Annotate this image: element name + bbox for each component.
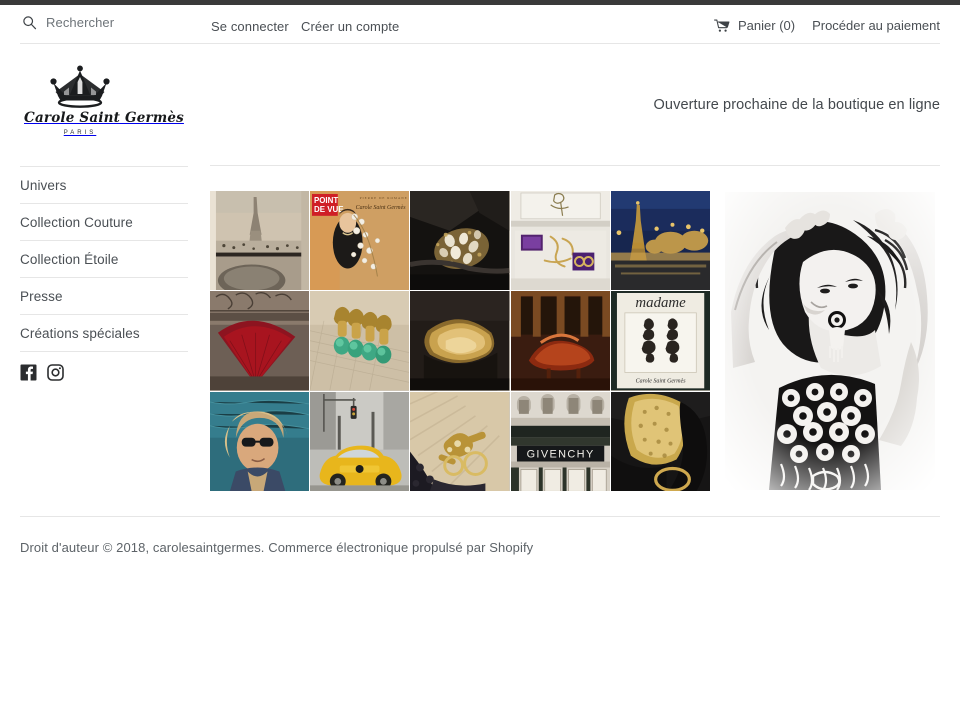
gallery-tile-red-fan[interactable] xyxy=(210,291,310,391)
cart-icon[interactable] xyxy=(714,19,730,33)
svg-text:PIERRE DE ROMANE: PIERRE DE ROMANE xyxy=(360,196,408,200)
hero-portrait-image xyxy=(725,192,935,490)
utility-bar-right: Panier (0) Procéder au paiement xyxy=(714,18,940,33)
sidebar-item-creations-speciales[interactable]: Créations spéciales xyxy=(20,315,188,351)
sidebar-item-collection-etoile[interactable]: Collection Étoile xyxy=(20,241,188,277)
gallery-tile-eiffel-night[interactable] xyxy=(610,191,710,291)
sidebar-item-univers[interactable]: Univers xyxy=(20,167,188,203)
search-input-placeholder[interactable]: Rechercher xyxy=(46,15,114,30)
gallery-tile-gold-cuff[interactable] xyxy=(410,291,510,391)
gallery-tile-bracelet-detail[interactable] xyxy=(410,391,510,491)
instagram-icon[interactable] xyxy=(47,364,64,381)
create-account-link[interactable]: Créer un compte xyxy=(301,19,399,34)
facebook-icon[interactable] xyxy=(20,364,37,381)
sidebar-item-presse[interactable]: Presse xyxy=(20,278,188,314)
store-tagline: Ouverture prochaine de la boutique en li… xyxy=(653,97,940,113)
gallery-tile-display-case[interactable] xyxy=(510,191,610,291)
gallery-tile-grand-piano[interactable] xyxy=(510,291,610,391)
brand-logo[interactable]: Carole Saint Germès PARIS xyxy=(24,65,184,136)
svg-text:POINT: POINT xyxy=(314,196,338,205)
sidebar-nav: Univers Collection Couture Collection Ét… xyxy=(20,166,188,381)
footer-divider xyxy=(20,516,940,517)
svg-text:DE VUE: DE VUE xyxy=(314,205,344,214)
svg-text:madame: madame xyxy=(635,295,686,311)
gallery-tile-point-de-vue-magazine[interactable]: POINT DE VUE PIERRE DE ROMANE Carole Sai… xyxy=(310,191,410,291)
social-links xyxy=(20,352,188,381)
utility-bar: Rechercher Se connecter Créer un compte … xyxy=(0,5,960,40)
cart-label[interactable]: Panier (0) xyxy=(738,18,795,33)
crown-icon xyxy=(50,65,110,108)
checkout-link[interactable]: Procéder au paiement xyxy=(812,18,940,33)
gallery-tile-madame-magazine[interactable]: madame Carole Saint Germès xyxy=(610,291,710,391)
gallery-tile-gold-cuff-black[interactable] xyxy=(610,391,710,491)
content-divider xyxy=(210,165,940,166)
cart-button[interactable]: Panier (0) xyxy=(714,18,795,33)
gallery-tile-portrait-sunglasses[interactable] xyxy=(210,391,310,491)
brand-name: Carole Saint Germès xyxy=(24,110,184,126)
search-icon[interactable] xyxy=(22,15,37,30)
svg-text:Carole Saint Germès: Carole Saint Germès xyxy=(635,379,686,385)
gallery-tile-jewelled-clutch[interactable] xyxy=(410,191,510,291)
login-link[interactable]: Se connecter xyxy=(211,19,289,34)
footer-copyright: Droit d'auteur © 2018, carolesaintgermes… xyxy=(20,540,534,555)
gallery-tile-givenchy-storefront[interactable]: GIVENCHY xyxy=(510,391,610,491)
masthead: Carole Saint Germès PARIS Ouverture proc… xyxy=(0,44,960,161)
svg-text:Carole Saint Germès: Carole Saint Germès xyxy=(356,205,407,211)
gallery-tile-eiffel-tower-window[interactable] xyxy=(210,191,310,291)
brand-city: PARIS xyxy=(63,130,97,136)
gallery-tile-green-earrings[interactable] xyxy=(310,291,410,391)
sidebar-item-collection-couture[interactable]: Collection Couture xyxy=(20,204,188,240)
hero-portrait[interactable] xyxy=(725,192,935,490)
instagram-gallery-grid: POINT DE VUE PIERRE DE ROMANE Carole Sai… xyxy=(210,191,710,491)
search-field[interactable]: Rechercher xyxy=(22,15,114,30)
gallery-tile-yellow-taxi[interactable] xyxy=(310,391,410,491)
svg-text:GIVENCHY: GIVENCHY xyxy=(526,448,594,460)
